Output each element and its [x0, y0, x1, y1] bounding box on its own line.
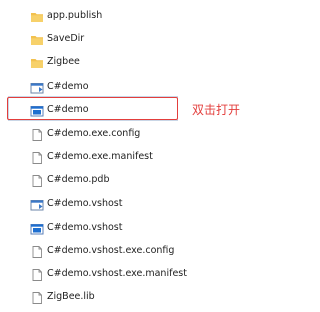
folder-icon [30, 55, 44, 69]
file-icon [30, 150, 44, 164]
file-row-vshost-exe-manifest[interactable]: C#demo.vshost.exe.manifest [30, 265, 210, 283]
file-row-vshost-app[interactable]: C#demo.vshost [30, 219, 210, 237]
file-row-app-publish[interactable]: app.publish [30, 7, 210, 25]
file-name: Zigbee [47, 56, 80, 67]
file-name: SaveDir [47, 33, 85, 44]
file-name: ZigBee.lib [47, 291, 95, 302]
file-icon [30, 127, 44, 141]
annotation-text: 双击打开 [192, 103, 241, 117]
file-name: C#demo.exe.manifest [47, 151, 153, 162]
file-row-csharpdemo-project[interactable]: C#demo [30, 78, 210, 96]
file-name: C#demo.vshost [47, 222, 123, 233]
file-row-exe-manifest[interactable]: C#demo.exe.manifest [30, 148, 210, 166]
file-row-zigbee-folder[interactable]: Zigbee [30, 53, 210, 71]
file-name: C#demo.pdb [47, 174, 110, 185]
file-row-savedir[interactable]: SaveDir [30, 30, 210, 48]
file-row-pdb[interactable]: C#demo.pdb [30, 171, 210, 189]
file-row-exe-config[interactable]: C#demo.exe.config [30, 125, 210, 143]
file-name: C#demo.vshost.exe.manifest [47, 268, 187, 279]
file-row-vshost-exe-config[interactable]: C#demo.vshost.exe.config [30, 242, 210, 260]
file-name: C#demo.exe.config [47, 128, 141, 139]
file-name: app.publish [47, 10, 103, 21]
file-icon [30, 290, 44, 304]
file-name: C#demo [47, 81, 89, 92]
csharp-project-icon [30, 80, 44, 94]
csharp-project-icon [30, 197, 44, 211]
highlight-box [7, 97, 178, 120]
file-icon [30, 267, 44, 281]
file-explorer: app.publish SaveDir Zigbee C#demo C#demo… [0, 0, 256, 312]
file-row-zigbee-lib[interactable]: ZigBee.lib [30, 288, 210, 306]
file-row-vshost-project[interactable]: C#demo.vshost [30, 195, 210, 213]
application-icon [30, 221, 44, 235]
file-name: C#demo.vshost [47, 198, 123, 209]
folder-icon [30, 32, 44, 46]
folder-icon [30, 9, 44, 23]
file-name: C#demo.vshost.exe.config [47, 245, 175, 256]
file-icon [30, 244, 44, 258]
file-icon [30, 173, 44, 187]
